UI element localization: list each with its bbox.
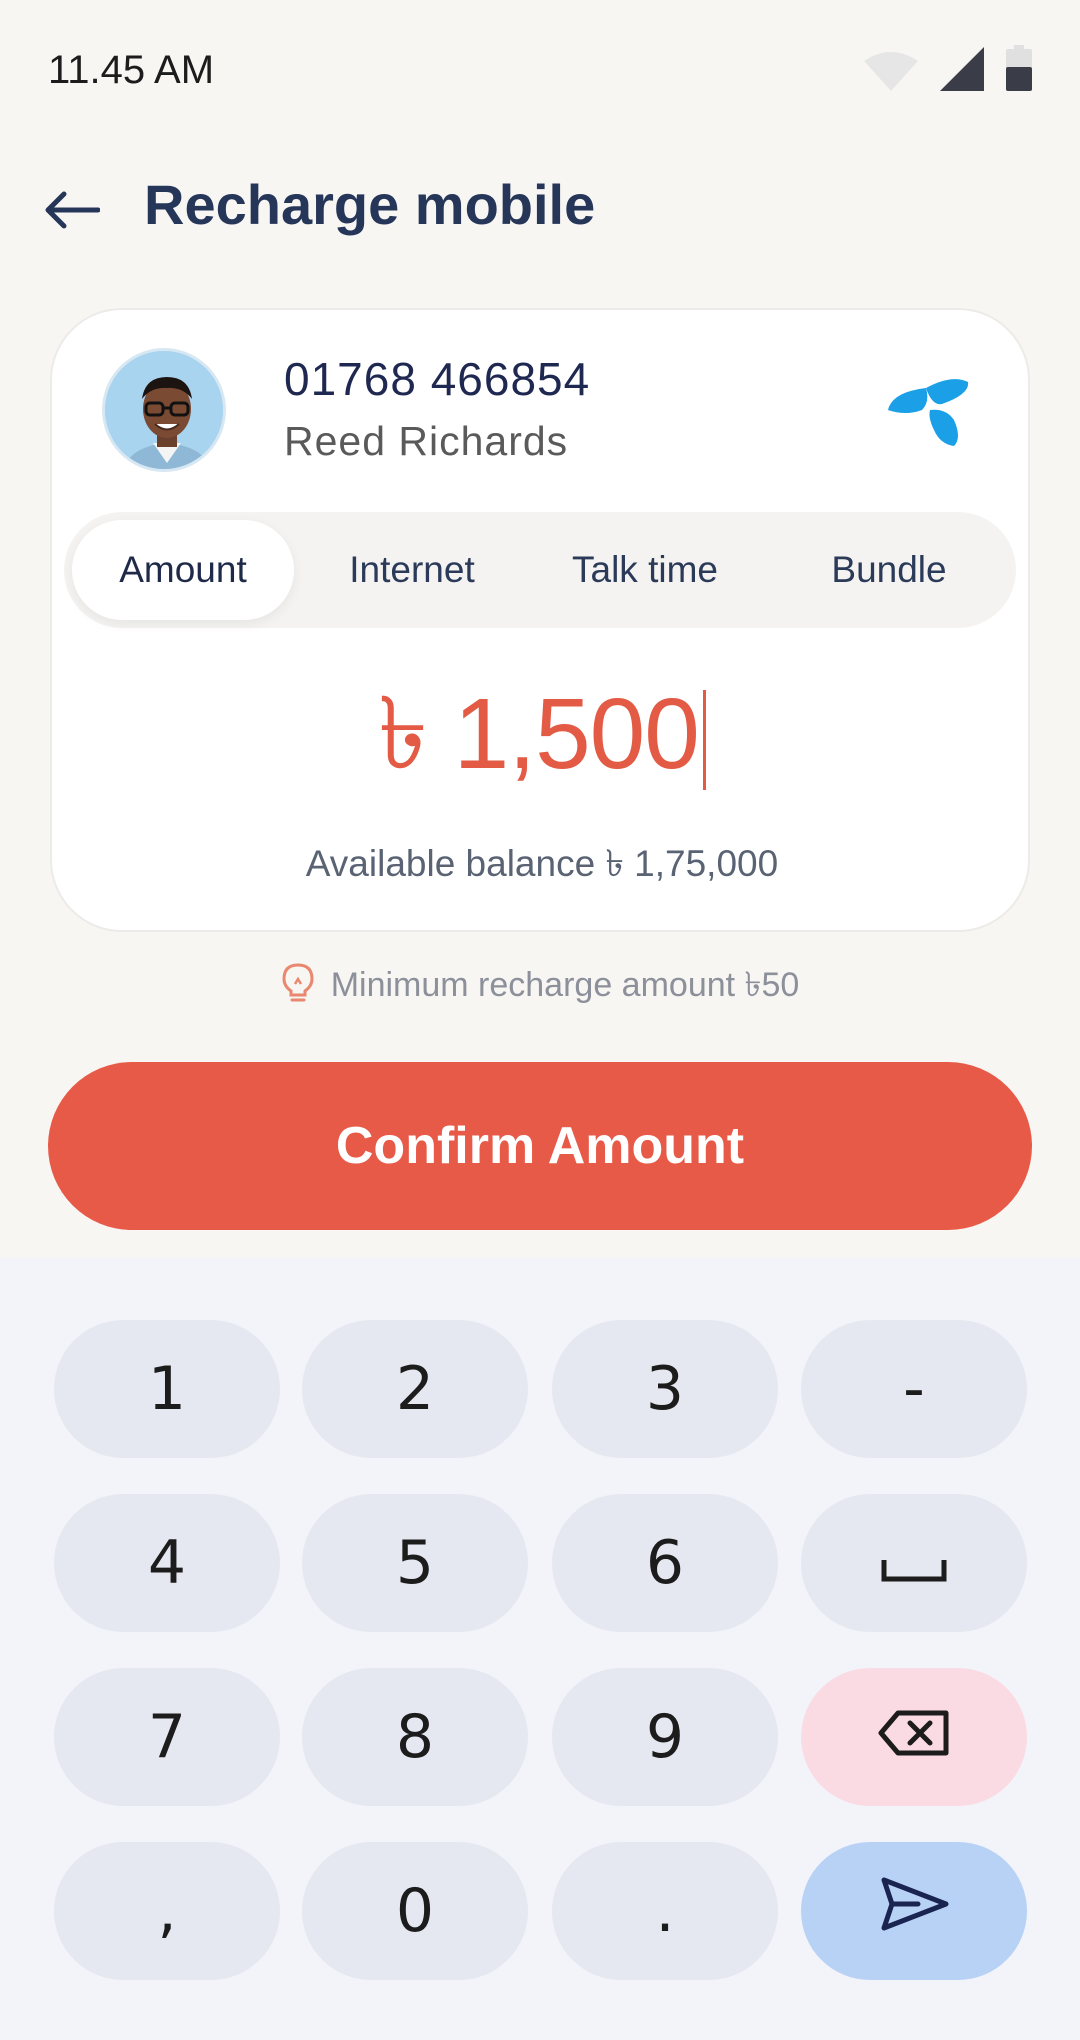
contact-number: 01768 466854	[284, 353, 591, 405]
key-4[interactable]: 4	[54, 1494, 280, 1632]
contact-name: Reed Richards	[284, 418, 569, 464]
status-time: 11.45 AM	[48, 48, 215, 92]
space-icon	[881, 1528, 947, 1598]
battery-icon	[1006, 45, 1032, 96]
tab-internet[interactable]: Internet	[302, 520, 522, 620]
page-title: Recharge mobile	[144, 173, 596, 236]
key-7[interactable]: 7	[54, 1668, 280, 1806]
tab-amount[interactable]: Amount	[72, 520, 294, 620]
status-bar: 11.45 AM	[0, 0, 1080, 140]
confirm-amount-button[interactable]: Confirm Amount	[48, 1062, 1032, 1230]
minimum-amount-hint: Minimum recharge amount ৳50	[0, 962, 1080, 1012]
key-1[interactable]: 1	[54, 1320, 280, 1458]
key-comma[interactable]: ,	[54, 1842, 280, 1980]
text-cursor	[702, 690, 706, 790]
key-8[interactable]: 8	[302, 1668, 528, 1806]
lightbulb-icon	[281, 962, 315, 1013]
key-minus[interactable]: -	[801, 1320, 1027, 1458]
send-icon	[878, 1876, 950, 1947]
key-period[interactable]: .	[552, 1842, 778, 1980]
amount-value: ৳ 1,500	[378, 677, 700, 790]
key-9[interactable]: 9	[552, 1668, 778, 1806]
recharge-screen: 11.45 AM Recharge mobile 01768 466854 Re…	[0, 0, 1080, 2040]
signal-icon	[940, 47, 984, 96]
avatar	[102, 348, 226, 472]
recharge-card: 01768 466854 Reed Richards Amount Intern…	[50, 308, 1030, 932]
operator-logo-icon	[882, 372, 972, 452]
backspace-icon	[878, 1702, 950, 1772]
tab-bundle[interactable]: Bundle	[774, 520, 1004, 620]
amount-input[interactable]: ৳ 1,500	[52, 678, 1032, 800]
numeric-keyboard: 1 2 3 - 4 5 6 7 8 9 , 0 .	[0, 1258, 1080, 2040]
header: Recharge mobile	[0, 160, 1080, 260]
recharge-type-tabs: Amount Internet Talk time Bundle	[64, 512, 1016, 628]
back-button[interactable]	[36, 182, 106, 242]
key-0[interactable]: 0	[302, 1842, 528, 1980]
key-5[interactable]: 5	[302, 1494, 528, 1632]
arrow-left-icon	[42, 190, 101, 235]
key-3[interactable]: 3	[552, 1320, 778, 1458]
key-2[interactable]: 2	[302, 1320, 528, 1458]
key-enter[interactable]	[801, 1842, 1027, 1980]
key-backspace[interactable]	[801, 1668, 1027, 1806]
status-icons	[864, 45, 1032, 96]
tab-talk-time[interactable]: Talk time	[530, 520, 760, 620]
key-space[interactable]	[801, 1494, 1027, 1632]
minimum-amount-text: Minimum recharge amount ৳50	[330, 965, 800, 1004]
key-6[interactable]: 6	[552, 1494, 778, 1632]
wifi-icon	[864, 51, 918, 96]
available-balance: Available balance ৳ 1,75,000	[305, 843, 779, 884]
